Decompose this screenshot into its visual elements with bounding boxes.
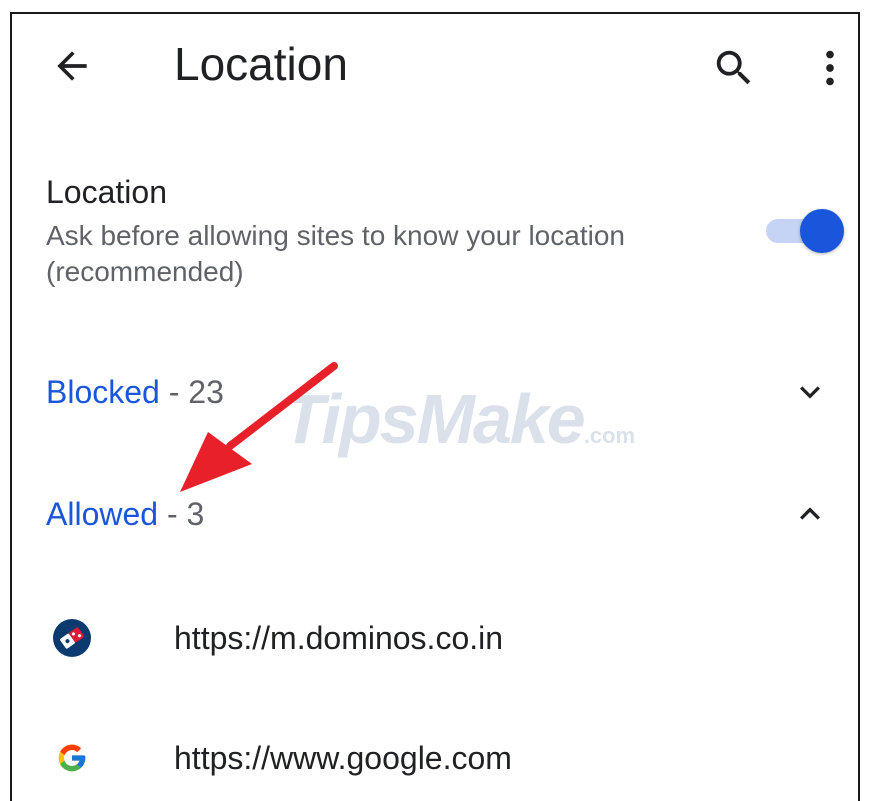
blocked-label: Blocked <box>46 374 160 410</box>
watermark: TipsMake.com <box>282 380 636 458</box>
blocked-expand-button[interactable] <box>782 366 838 418</box>
site-row-google[interactable]: https://www.google.com <box>12 722 858 796</box>
allowed-collapse-button[interactable] <box>782 488 838 540</box>
google-favicon-icon <box>58 744 86 772</box>
toggle-thumb <box>800 209 844 253</box>
back-button[interactable] <box>36 36 108 96</box>
allowed-section-header[interactable]: Allowed - 3 <box>46 494 204 534</box>
search-icon <box>716 50 751 85</box>
site-url: https://www.google.com <box>174 740 512 776</box>
more-options-button[interactable] <box>802 38 858 98</box>
blocked-section-header[interactable]: Blocked - 23 <box>46 372 224 412</box>
more-vert-icon <box>826 50 834 86</box>
site-row-dominos[interactable]: https://m.dominos.co.in <box>12 602 858 676</box>
arrow-left-icon <box>57 51 87 81</box>
blocked-count: - 23 <box>159 374 224 410</box>
allowed-count: - 3 <box>158 496 205 532</box>
settings-screen: Location Location Ask before allowing si… <box>10 12 860 801</box>
page-title: Location <box>174 38 348 90</box>
location-toggle[interactable] <box>762 208 844 254</box>
location-setting-title: Location <box>46 174 167 210</box>
site-url: https://m.dominos.co.in <box>174 620 504 656</box>
chevron-down-icon <box>800 386 820 399</box>
allowed-label: Allowed <box>46 496 159 532</box>
search-button[interactable] <box>702 38 766 98</box>
dominos-favicon-icon <box>53 619 91 657</box>
chevron-up-icon <box>800 507 820 520</box>
location-setting-description: Ask before allowing sites to know your l… <box>46 220 625 287</box>
